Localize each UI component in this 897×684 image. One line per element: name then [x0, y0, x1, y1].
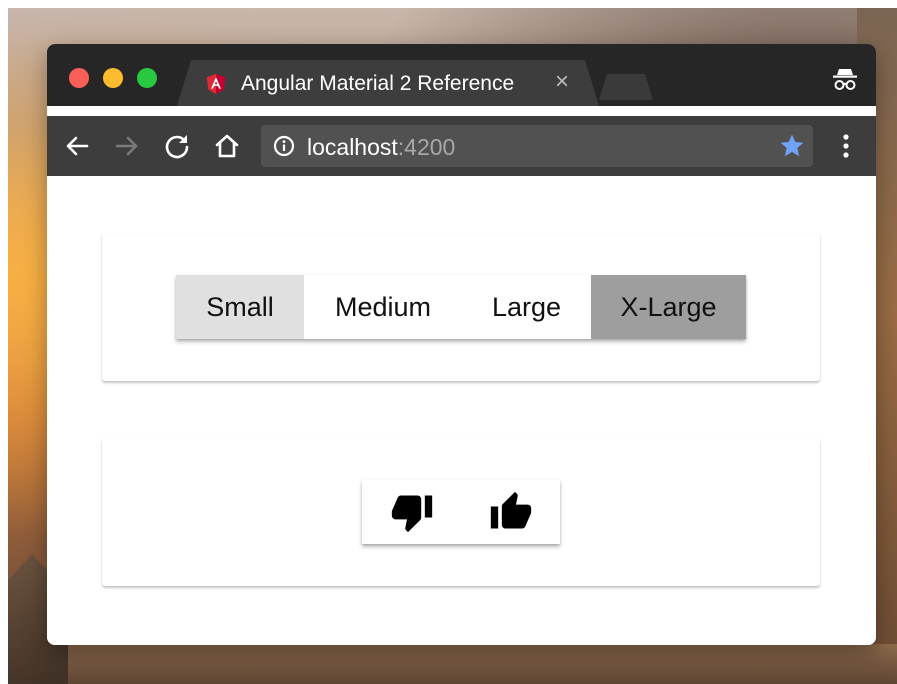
window-close-button[interactable]	[69, 68, 89, 88]
browser-tab[interactable]: Angular Material 2 Reference ×	[177, 60, 599, 106]
info-icon[interactable]	[273, 135, 295, 157]
page-content: Small Medium Large X-Large	[47, 176, 876, 645]
address-bar[interactable]: localhost:4200	[261, 125, 813, 167]
rating-card	[102, 438, 820, 586]
url-text[interactable]: localhost:4200	[307, 134, 455, 161]
thumb-up-icon	[490, 491, 531, 529]
size-toggle-group: Small Medium Large X-Large	[176, 275, 746, 339]
url-port: :4200	[397, 134, 456, 160]
url-host: localhost	[307, 134, 398, 160]
incognito-icon	[833, 69, 857, 90]
thumb-down-icon	[391, 495, 432, 533]
tab-title: Angular Material 2 Reference	[241, 72, 515, 95]
more-vert-icon[interactable]	[831, 130, 861, 162]
rating-toggle-group	[362, 480, 560, 544]
angular-icon	[206, 73, 226, 95]
wallpaper-ground	[8, 644, 897, 684]
browser-window: Angular Material 2 Reference × localhost…	[47, 44, 876, 645]
home-icon[interactable]	[211, 130, 243, 162]
arrow-back-icon[interactable]	[61, 130, 93, 162]
thumb-down-button[interactable]	[362, 480, 461, 544]
arrow-forward-icon[interactable]	[111, 130, 143, 162]
toggle-large-button[interactable]: Large	[462, 275, 591, 339]
browser-toolbar: localhost:4200	[47, 116, 876, 176]
toggle-xlarge-button[interactable]: X-Large	[591, 275, 746, 339]
reload-icon[interactable]	[161, 130, 193, 162]
window-divider	[47, 106, 876, 116]
size-card: Small Medium Large X-Large	[102, 233, 820, 381]
new-tab-button[interactable]	[599, 74, 653, 100]
toggle-small-button[interactable]: Small	[176, 275, 304, 339]
title-bar: Angular Material 2 Reference ×	[47, 44, 876, 106]
toggle-medium-button[interactable]: Medium	[304, 275, 462, 339]
window-minimize-button[interactable]	[103, 68, 123, 88]
star-icon[interactable]	[779, 133, 805, 159]
tab-close-icon[interactable]: ×	[555, 70, 569, 94]
window-maximize-button[interactable]	[137, 68, 157, 88]
thumb-up-button[interactable]	[461, 480, 560, 544]
